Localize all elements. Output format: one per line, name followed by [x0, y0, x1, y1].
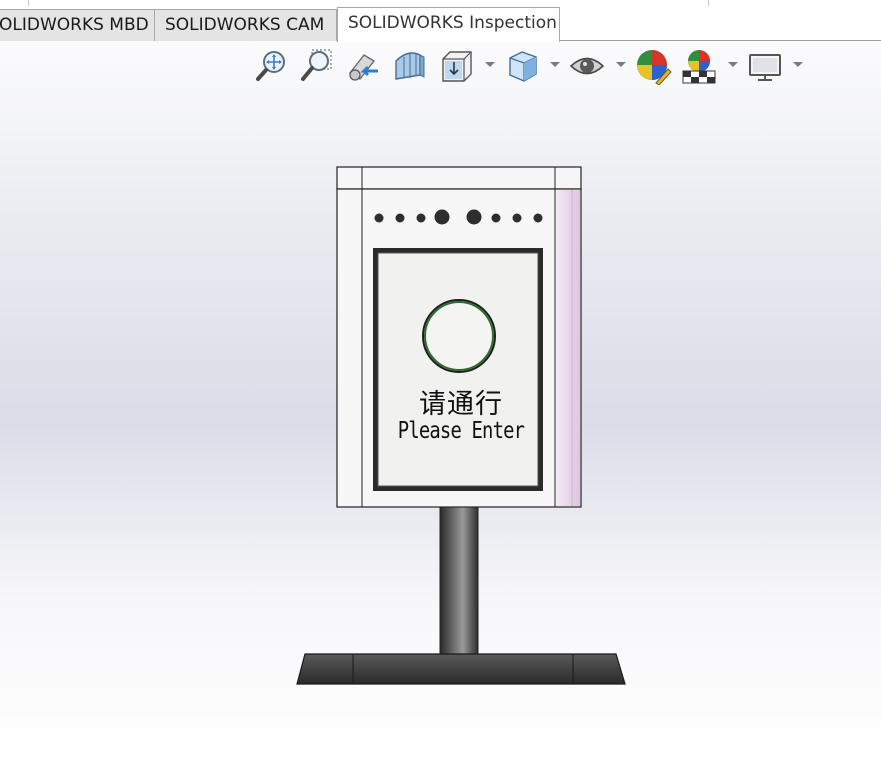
tab-solidworks-mbd[interactable]: OLIDWORKS MBD: [0, 9, 155, 41]
tab-solidworks-inspection[interactable]: SOLIDWORKS Inspection: [337, 7, 560, 42]
support-pole: [439, 506, 479, 656]
tab-strip: OLIDWORKS MBD SOLIDWORKS CAM SOLIDWORKS …: [0, 6, 881, 42]
pedestal-base: [296, 653, 626, 685]
graphics-viewport[interactable]: 请通行 Please Enter: [0, 42, 881, 766]
tab-solidworks-cam[interactable]: SOLIDWORKS CAM: [154, 9, 337, 41]
command-manager-tab-bar: OLIDWORKS MBD SOLIDWORKS CAM SOLIDWORKS …: [0, 0, 881, 42]
screen-text-chinese: 请通行: [419, 389, 503, 420]
turnstile-reader-model[interactable]: 请通行 Please Enter: [0, 42, 881, 766]
screen-text-english: Please Enter: [397, 418, 525, 444]
housing-top-cap: [336, 166, 582, 190]
card-reader-ring: [422, 299, 496, 373]
housing-side-panel: [556, 190, 580, 506]
